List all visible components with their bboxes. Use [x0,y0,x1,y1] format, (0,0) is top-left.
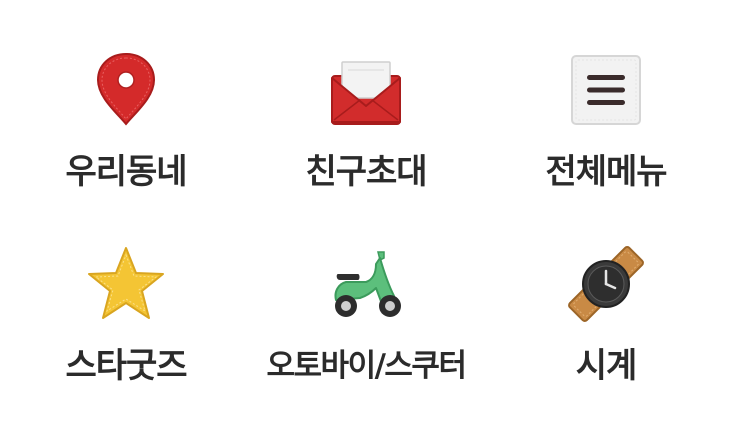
menu-item-all-menu[interactable]: 전체메뉴 [480,50,732,226]
hamburger-menu-icon [566,50,646,130]
menu-item-watch[interactable]: 시계 [480,244,732,420]
scooter-icon [326,244,406,324]
menu-item-label: 우리동네 [65,152,187,192]
envelope-icon [326,50,406,130]
menu-item-label: 시계 [575,346,638,386]
menu-item-label: 스타굿즈 [65,346,187,386]
menu-item-label: 오토바이/스쿠터 [266,348,467,384]
menu-item-label: 전체메뉴 [545,152,667,192]
wristwatch-icon [566,244,646,324]
menu-item-neighborhood[interactable]: 우리동네 [0,50,252,226]
category-grid: 우리동네 친구초대 전체메뉴 스타굿즈 오토바이/스쿠터 시계 [0,0,756,440]
location-pin-icon [86,50,166,130]
menu-item-label: 친구초대 [305,152,427,192]
menu-item-motorcycle-scooter[interactable]: 오토바이/스쿠터 [240,244,492,420]
menu-item-star-goods[interactable]: 스타굿즈 [0,244,252,420]
star-icon [86,244,166,324]
menu-item-invite-friends[interactable]: 친구초대 [240,50,492,226]
